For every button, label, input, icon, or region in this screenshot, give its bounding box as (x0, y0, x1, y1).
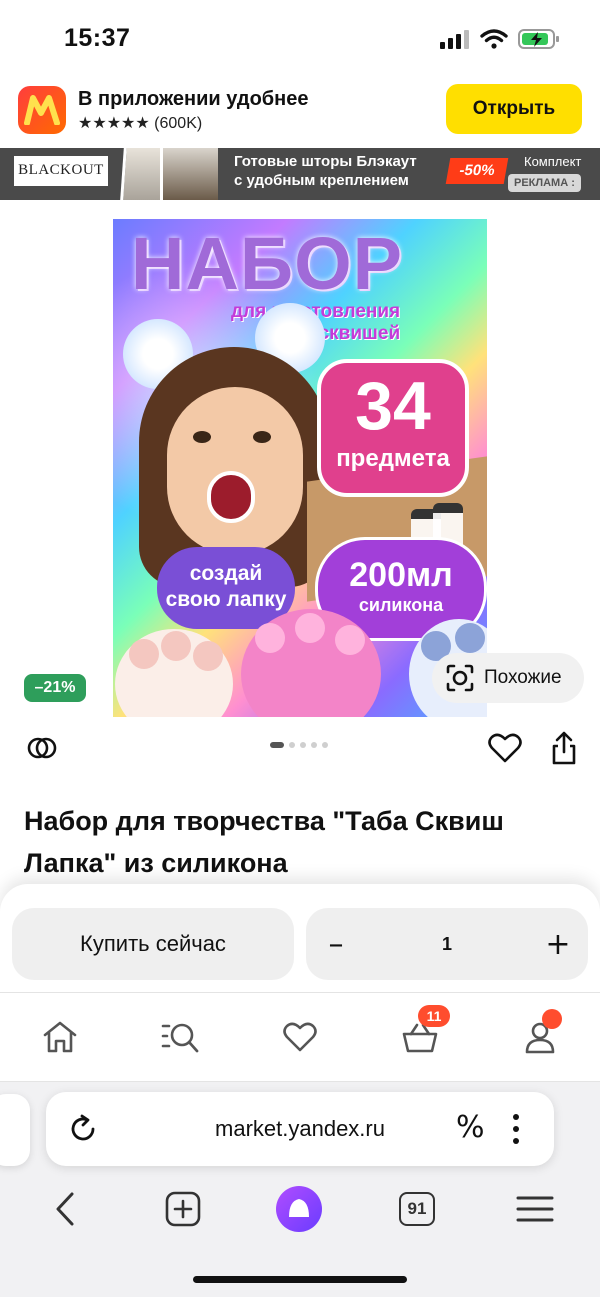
quantity-value: 1 (441, 934, 452, 954)
items-count-badge: 34 предмета (317, 359, 469, 497)
paw-squish-white (115, 629, 233, 717)
ad-banner[interactable]: BLACKOUT Готовые шторы Блэкаут с удобным… (0, 148, 600, 200)
market-m-icon (24, 95, 60, 125)
girl-eye (193, 431, 211, 443)
ad-text: Готовые шторы Блэкаут с удобным креплени… (234, 152, 417, 190)
status-icons (440, 28, 560, 50)
girl-eye (253, 431, 271, 443)
product-title: Набор для творчества "Таба Сквиш Лапка" … (24, 806, 504, 878)
image-title: НАБОР (131, 222, 403, 305)
alice-assistant-icon (276, 1186, 322, 1232)
tabs-count: 91 (407, 1199, 427, 1218)
tabs-count-icon: 91 (399, 1192, 435, 1226)
ad-sale-badge: -50% (445, 158, 509, 184)
create-bubble: создай свою лапку (157, 547, 295, 629)
items-count-label: предмета (336, 445, 450, 472)
alice-button[interactable] (272, 1186, 326, 1232)
discount-percent-icon[interactable]: % (456, 1110, 485, 1145)
market-logo (18, 86, 66, 134)
carousel-dot[interactable] (300, 742, 306, 748)
heart-icon (283, 1022, 317, 1052)
volume-label: силикона (358, 595, 444, 615)
app-banner-title: В приложении удобнее (78, 88, 309, 110)
girl-mouth (207, 471, 255, 523)
ad-label[interactable]: РЕКЛАМА : (508, 174, 581, 192)
volume-value: 200мл (349, 556, 453, 594)
create-line: создай (189, 562, 263, 585)
carousel-dot[interactable] (311, 742, 317, 748)
previous-tab-card[interactable] (0, 1094, 30, 1166)
status-time: 15:37 (64, 24, 131, 52)
ad-brand-logo: BLACKOUT (14, 156, 108, 186)
open-app-button[interactable]: Открыть (446, 84, 582, 134)
discount-badge: –21% (24, 674, 86, 702)
share-icon[interactable] (550, 730, 578, 766)
carousel-dot[interactable] (289, 742, 295, 748)
back-button[interactable] (42, 1186, 88, 1232)
address-bar[interactable]: market.yandex.ru % (46, 1092, 554, 1166)
app-rating: ★★★★★ (600K) (78, 115, 203, 132)
home-indicator[interactable] (193, 1276, 407, 1283)
tab-catalog[interactable] (156, 1013, 204, 1061)
quantity-stepper: – 1 + (306, 908, 588, 980)
product-actions (0, 728, 600, 768)
ad-curtain-photo (160, 148, 218, 200)
carousel-dot[interactable] (322, 742, 328, 748)
items-count: 34 (355, 368, 431, 444)
carousel-dot[interactable] (270, 742, 284, 748)
battery-icon (518, 29, 559, 49)
product-image[interactable]: НАБОР для изготовления сквишей 34 предме… (113, 219, 487, 717)
hamburger-menu-icon (516, 1196, 554, 1222)
signal-icon (440, 30, 469, 49)
favorite-heart-icon[interactable] (488, 732, 522, 764)
create-line: свою лапку (165, 588, 287, 611)
wifi-icon (480, 29, 508, 49)
carousel-dots (270, 742, 328, 748)
tab-favorites[interactable] (276, 1013, 324, 1061)
catalog-search-icon (161, 1023, 199, 1053)
similar-label: Похожие (484, 667, 562, 688)
tab-home[interactable] (36, 1013, 84, 1061)
similar-button[interactable]: Похожие (432, 653, 584, 703)
decrease-quantity-button[interactable]: – (306, 908, 366, 980)
status-bar: 15:37 (0, 0, 600, 78)
cart-count-badge: 11 (418, 1005, 450, 1027)
tab-profile[interactable] (516, 1009, 564, 1061)
tab-cart[interactable]: 11 (396, 1005, 450, 1061)
compare-icon[interactable] (26, 732, 58, 764)
ad-text-line: с удобным креплением (234, 172, 409, 189)
market-tabbar: 11 (0, 992, 600, 1082)
home-icon (43, 1021, 77, 1053)
ad-text-line: Готовые шторы Блэкаут (234, 153, 417, 170)
menu-button[interactable] (512, 1186, 558, 1232)
plus-square-icon (165, 1191, 201, 1227)
camera-search-icon (446, 664, 474, 692)
new-tab-button[interactable] (160, 1186, 206, 1232)
more-vertical-icon[interactable] (506, 1112, 526, 1146)
buy-panel: Купить сейчас – 1 + (0, 884, 600, 992)
chevron-left-icon (56, 1192, 74, 1226)
buy-now-button[interactable]: Купить сейчас (12, 908, 294, 980)
notification-dot (542, 1009, 562, 1029)
app-install-banner: В приложении удобнее ★★★★★ (600K) Открыт… (0, 78, 600, 148)
tabs-button[interactable]: 91 (394, 1186, 440, 1232)
ad-kit-label: Комплект (524, 154, 582, 169)
increase-quantity-button[interactable]: + (528, 908, 588, 980)
